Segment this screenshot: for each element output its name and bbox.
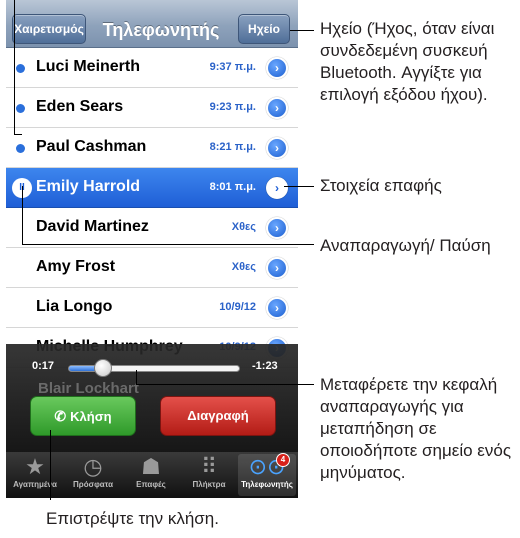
- caller-name: Amy Frost: [36, 258, 116, 275]
- remaining-time: -1:23: [252, 360, 278, 372]
- voicemail-row[interactable]: David Martinez Χθες ›: [6, 208, 298, 248]
- tab-voicemail[interactable]: ⊙⊙ 4 Τηλεφωνητής: [238, 453, 296, 496]
- callout-line-contact-info: [284, 186, 314, 187]
- message-time: Χθες: [231, 261, 256, 273]
- unheard-dot-icon: [16, 64, 25, 73]
- scrubber-track[interactable]: [68, 359, 240, 377]
- voicemail-screen: Χαιρετισμός Τηλεφωνητής Ηχείο Luci Meine…: [6, 0, 298, 498]
- contacts-icon: ☗: [141, 454, 161, 479]
- tab-label: Επαφές: [136, 480, 166, 489]
- callout-line-call-back: [50, 430, 51, 500]
- voicemail-row-selected[interactable]: II Emily Harrold 8:01 π.μ. ›: [6, 168, 298, 208]
- callout-scrubber: Μεταφέρετε την κεφαλή αναπαραγωγής για μ…: [320, 375, 512, 482]
- message-time: Χθες: [231, 221, 256, 233]
- contact-info-icon[interactable]: ›: [266, 97, 288, 119]
- tab-label: Αγαπημένα: [13, 480, 57, 489]
- tab-label: Πλήκτρα: [192, 480, 226, 489]
- tab-label: Πρόσφατα: [73, 480, 113, 489]
- caller-name: Luci Meinerth: [36, 58, 141, 75]
- message-time: 9:23 π.μ.: [209, 101, 256, 113]
- unheard-dot-icon: [16, 144, 25, 153]
- navigation-bar: Χαιρετισμός Τηλεφωνητής Ηχείο: [6, 0, 298, 48]
- caller-name: Eden Sears: [36, 98, 124, 115]
- voicemail-row[interactable]: Paul Cashman 8:21 π.μ. ›: [6, 128, 298, 168]
- contact-info-icon[interactable]: ›: [266, 57, 288, 79]
- voicemail-row[interactable]: Lia Longo 10/9/12 ›: [6, 288, 298, 328]
- callout-line-play-pause-h: [22, 244, 314, 245]
- tab-contacts[interactable]: ☗ Επαφές: [122, 454, 180, 496]
- contact-info-icon[interactable]: ›: [266, 257, 288, 279]
- message-time: 10/9/12: [219, 301, 256, 313]
- partial-row-name: Blair Lockhart: [38, 380, 139, 397]
- callout-line-play-pause: [22, 186, 23, 244]
- callout-call-back: Επιστρέψτε την κλήση.: [46, 509, 219, 528]
- unheard-dot-icon: [16, 104, 25, 113]
- contact-info-icon[interactable]: ›: [266, 177, 288, 199]
- callout-contact-info: Στοιχεία επαφής: [320, 176, 442, 195]
- callout-line-speaker: [290, 30, 314, 31]
- message-time: 8:01 π.μ.: [209, 181, 256, 193]
- callout-line-scrubber-v: [136, 370, 137, 384]
- playhead-handle[interactable]: [94, 359, 112, 377]
- voicemail-row[interactable]: Amy Frost Χθες ›: [6, 248, 298, 288]
- contact-info-icon[interactable]: ›: [266, 297, 288, 319]
- message-time: 9:37 π.μ.: [209, 61, 256, 73]
- callout-line-play-pause-tick: [14, 134, 22, 135]
- page-title: Τηλεφωνητής: [102, 20, 220, 40]
- callout-play-pause: Αναπαραγωγή/ Παύση: [320, 236, 491, 255]
- tab-favorites[interactable]: ★ Αγαπημένα: [6, 454, 64, 496]
- unread-badge: 4: [276, 453, 290, 467]
- phone-icon: ✆: [54, 408, 67, 424]
- elapsed-time: 0:17: [32, 360, 55, 372]
- callout-line-scrubber: [136, 384, 314, 385]
- speaker-button[interactable]: Ηχείο: [238, 14, 290, 44]
- tab-label: Τηλεφωνητής: [241, 480, 293, 489]
- call-back-button[interactable]: ✆ Κλήση: [30, 396, 136, 436]
- caller-name: David Martinez: [36, 218, 149, 235]
- tab-keypad[interactable]: ⠿ Πλήκτρα: [180, 454, 238, 496]
- clock-icon: ◷: [83, 454, 103, 479]
- voicemail-row[interactable]: Eden Sears 9:23 π.μ. ›: [6, 88, 298, 128]
- greeting-button[interactable]: Χαιρετισμός: [12, 14, 86, 44]
- callout-speaker: Ηχείο (Ήχος, όταν είναι συνδεδεμένη συσκ…: [320, 19, 495, 104]
- caller-name: Emily Harrold: [36, 178, 141, 195]
- call-label: Κλήση: [70, 409, 112, 424]
- delete-button[interactable]: Διαγραφή: [160, 396, 276, 436]
- contact-info-icon[interactable]: ›: [266, 137, 288, 159]
- keypad-icon: ⠿: [200, 454, 218, 479]
- tab-recents[interactable]: ◷ Πρόσφατα: [64, 454, 122, 496]
- callout-line-play-pause-top: [14, 0, 15, 134]
- star-icon: ★: [25, 454, 45, 479]
- contact-info-icon[interactable]: ›: [266, 217, 288, 239]
- voicemail-row[interactable]: Luci Meinerth 9:37 π.μ. ›: [6, 48, 298, 88]
- message-time: 8:21 π.μ.: [209, 141, 256, 153]
- caller-name: Lia Longo: [36, 298, 113, 315]
- caller-name: Paul Cashman: [36, 138, 147, 155]
